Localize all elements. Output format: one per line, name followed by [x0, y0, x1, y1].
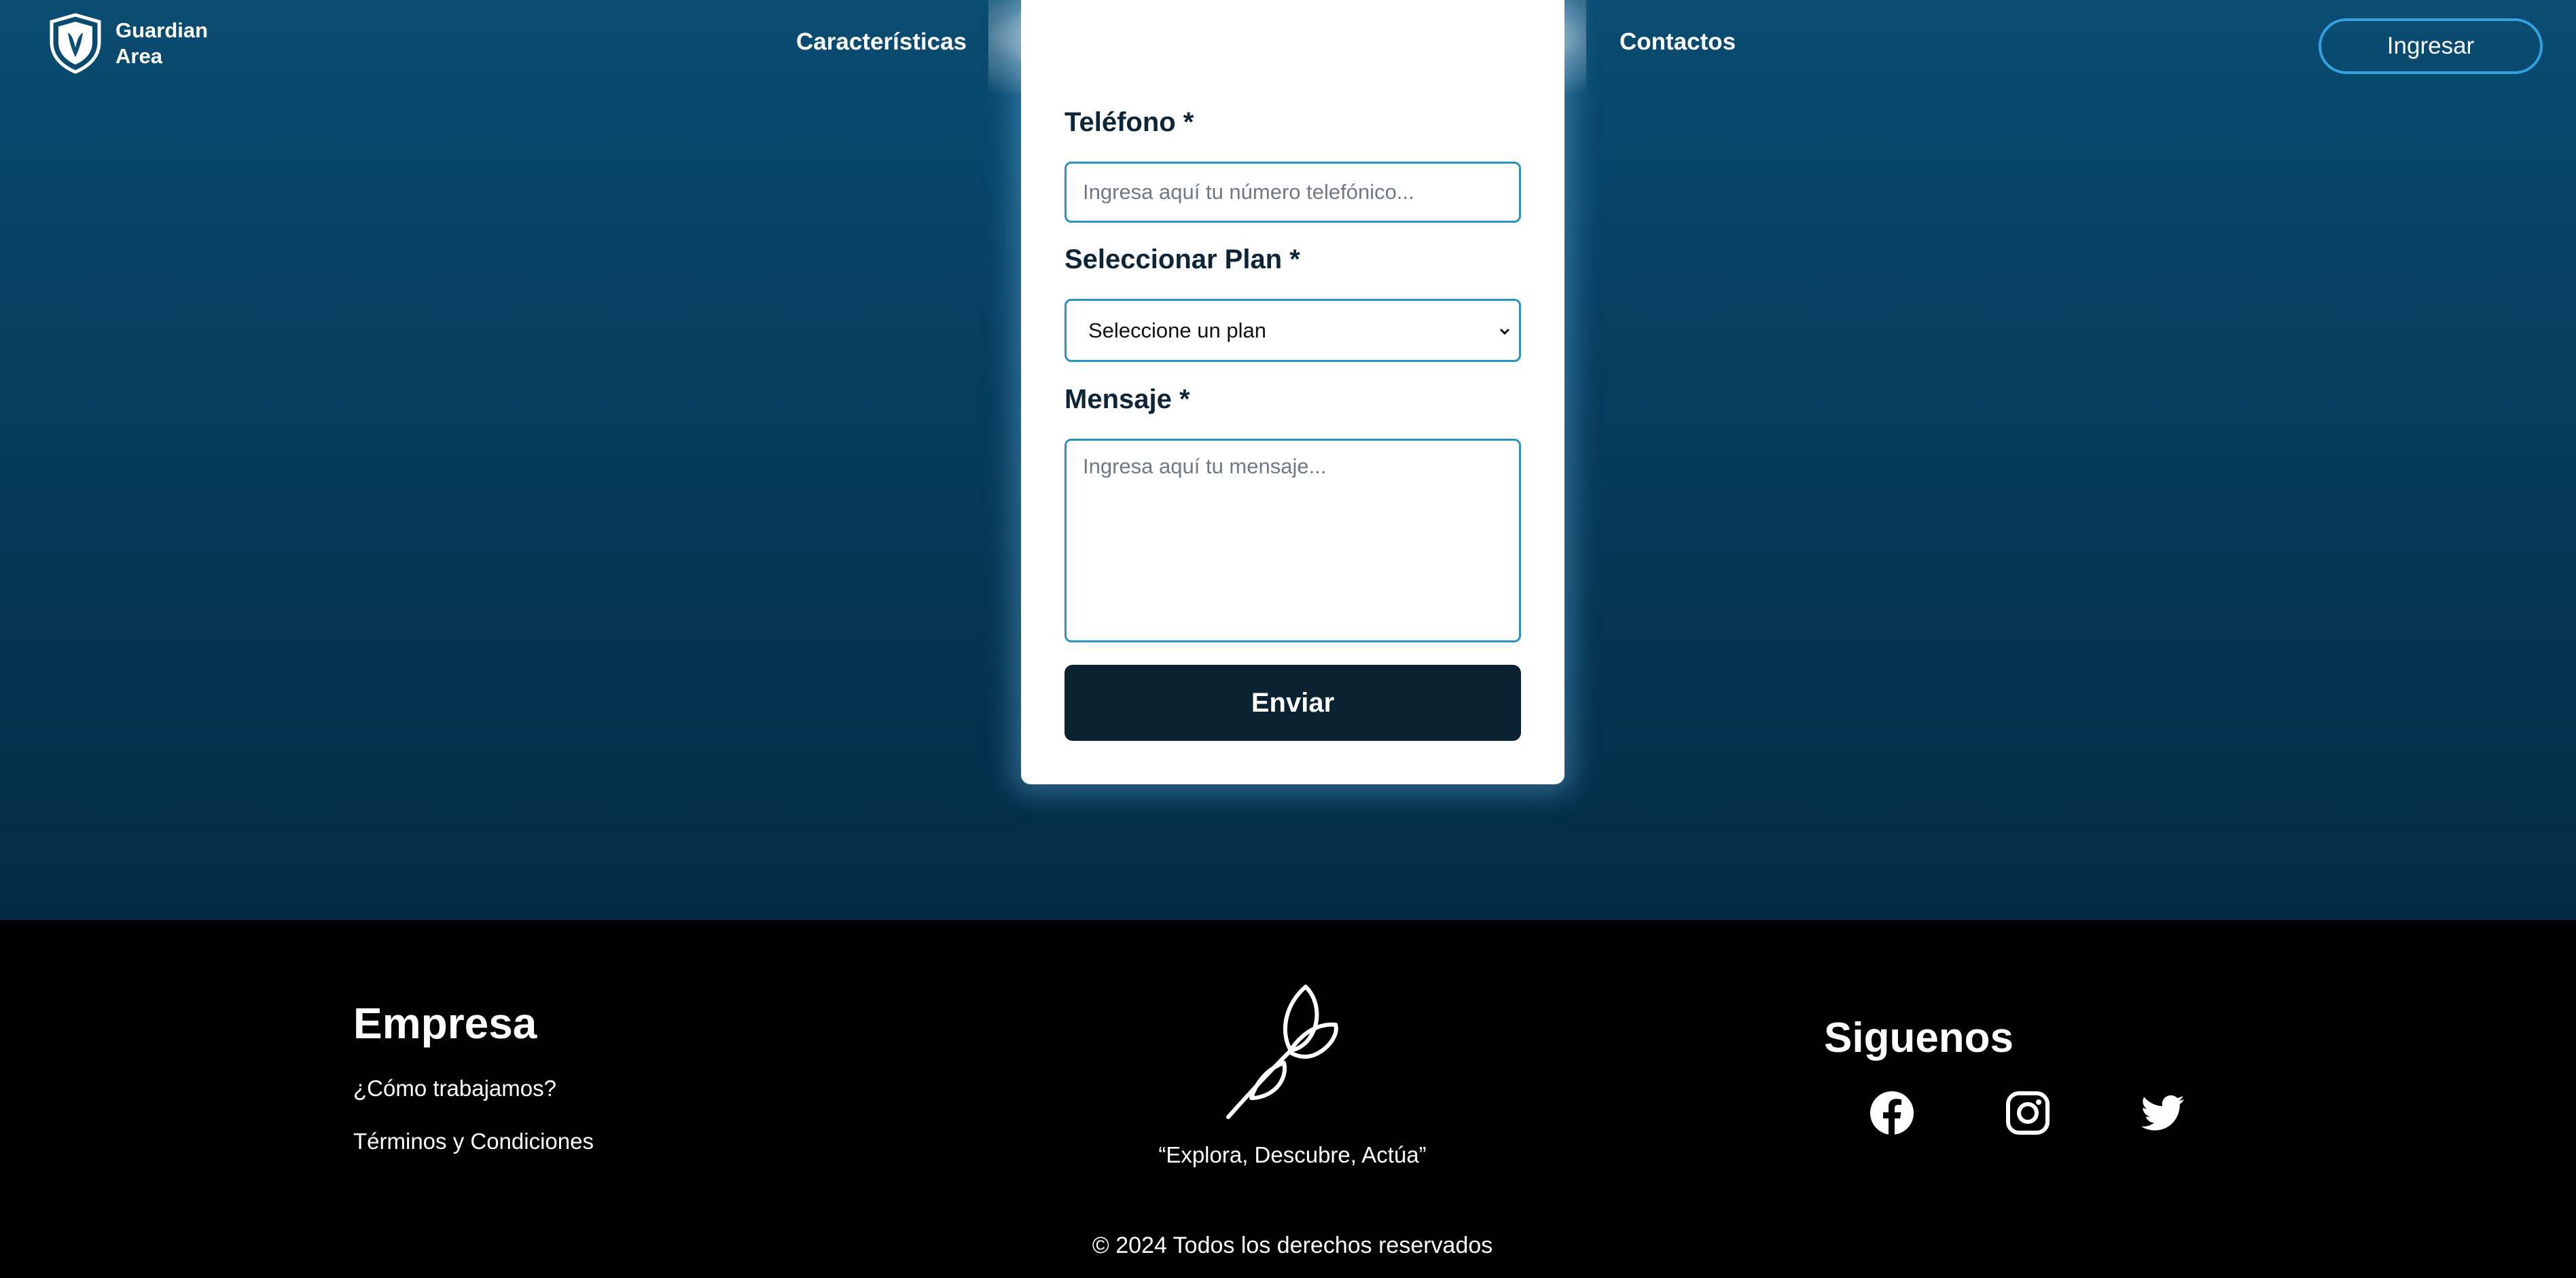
brand-logo[interactable]: Guardian Area [46, 12, 208, 75]
brand-name: Guardian Area [115, 18, 208, 69]
nav-caracteristicas[interactable]: Características [796, 29, 967, 56]
plan-label: Seleccionar Plan * [1065, 244, 1300, 274]
plan-select[interactable]: Seleccione un plan [1065, 299, 1521, 362]
twitter-icon[interactable] [2141, 1090, 2187, 1136]
facebook-icon[interactable] [1869, 1090, 1915, 1136]
shield-logo-icon [50, 13, 101, 74]
contact-form-card: Teléfono * Seleccionar Plan * Seleccione… [1021, 0, 1564, 784]
nav-planes[interactable]: Planes [1110, 29, 1187, 56]
message-textarea[interactable] [1065, 439, 1521, 642]
brand-name-line2: Area [115, 44, 162, 68]
brand-name-line1: Guardian [115, 18, 209, 42]
login-button[interactable]: Ingresar [2319, 18, 2543, 74]
company-heading: Empresa [353, 999, 537, 1048]
top-navbar: Guardian Area Características Planes Con… [0, 0, 2576, 93]
copyright-text: © 2024 Todos los derechos reservados [1092, 1233, 1493, 1258]
footer-tagline: “Explora, Descubre, Actúa” [1158, 1142, 1427, 1167]
message-label: Mensaje * [1065, 384, 1190, 414]
chevron-down-icon [1499, 328, 1510, 335]
footer: Empresa ¿Cómo trabajamos? Términos y Con… [0, 920, 2576, 1278]
instagram-icon[interactable] [2005, 1090, 2051, 1136]
submit-button[interactable]: Enviar [1065, 665, 1521, 741]
plan-select-value: Seleccione un plan [1088, 318, 1266, 342]
nav-contactos[interactable]: Contactos [1620, 29, 1736, 56]
phone-input[interactable] [1065, 162, 1521, 223]
feather-logo-icon [1226, 985, 1338, 1119]
footer-link-how-we-work[interactable]: ¿Cómo trabajamos? [353, 1076, 556, 1101]
follow-heading: Siguenos [1824, 1015, 2014, 1061]
phone-label: Teléfono * [1065, 107, 1194, 137]
